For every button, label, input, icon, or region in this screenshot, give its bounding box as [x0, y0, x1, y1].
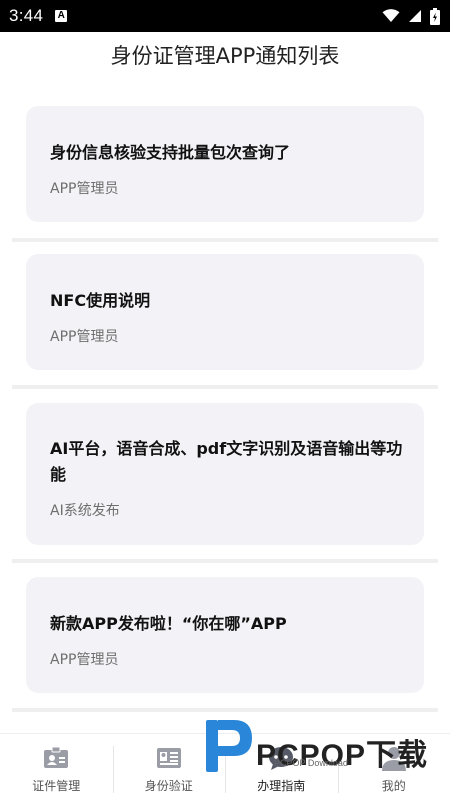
notice-card[interactable]: 身份信息核验支持批量包次查询了 APP管理员: [26, 106, 424, 222]
nav-label: 身份验证: [144, 779, 193, 793]
notice-title: AI平台，语音合成、pdf文字识别及语音输出等功能: [50, 439, 403, 484]
notice-title: 身份信息核验支持批量包次查询了: [50, 143, 291, 162]
nav-label: 办理指南: [257, 779, 306, 793]
notice-author: APP管理员: [50, 181, 119, 197]
notice-card[interactable]: NFC使用说明 APP管理员: [26, 254, 424, 370]
status-right: [382, 7, 440, 25]
watermark: PCPOP下载 PCPOP Download: [204, 716, 444, 778]
notice-author: AI系统发布: [50, 503, 120, 519]
page-title: 身份证管理APP通知列表: [110, 44, 340, 68]
pcpop-logo-icon: [206, 720, 252, 772]
status-time: 3:44: [9, 6, 44, 25]
wifi-icon: [382, 9, 400, 22]
divider: [12, 559, 438, 563]
divider: [12, 238, 438, 242]
notice-card[interactable]: AI平台，语音合成、pdf文字识别及语音输出等功能 AI系统发布: [26, 403, 424, 545]
nav-item-id-management[interactable]: 证件管理: [0, 734, 113, 801]
signal-icon: [409, 10, 421, 22]
notice-title: NFC使用说明: [50, 291, 151, 310]
notification-a-icon: A: [55, 10, 68, 22]
notice-author: APP管理员: [50, 652, 119, 668]
notice-card[interactable]: 新款APP发布啦！“你在哪”APP APP管理员: [26, 577, 424, 693]
id-verify-icon: [156, 748, 181, 768]
battery-icon: [430, 7, 440, 25]
divider: [12, 708, 438, 712]
notice-author: APP管理员: [50, 329, 119, 345]
status-left: 3:44 A: [9, 6, 68, 26]
divider: [12, 385, 438, 389]
id-card-icon: [44, 746, 69, 768]
nav-label: 我的: [381, 779, 406, 793]
notice-title: 新款APP发布啦！“你在哪”APP: [50, 614, 287, 633]
nav-label: 证件管理: [32, 779, 81, 793]
status-bar: 3:44 A: [0, 0, 450, 32]
watermark-sub: PCPOP Download: [274, 758, 348, 768]
